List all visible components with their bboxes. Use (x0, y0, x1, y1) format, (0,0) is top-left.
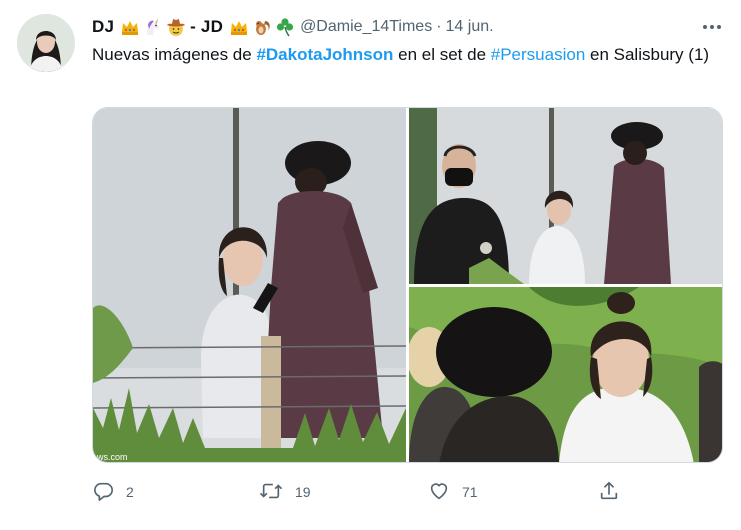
hashtag-dakotajohnson[interactable]: #DakotaJohnson (256, 45, 393, 64)
avatar[interactable] (17, 14, 75, 72)
reply-count: 2 (126, 484, 134, 500)
tweet-text: Nuevas imágenes de #DakotaJohnson en el … (92, 42, 712, 68)
display-name-start[interactable]: DJ (92, 17, 114, 37)
retweet-button[interactable]: 19 (259, 478, 311, 506)
like-count: 71 (462, 484, 478, 500)
retweet-icon (259, 480, 283, 505)
like-button[interactable]: 71 (428, 478, 478, 506)
retweet-count: 19 (295, 484, 311, 500)
crown-emoji-icon (120, 17, 140, 37)
shamrock-emoji-icon (275, 17, 295, 37)
user-handle[interactable]: @Damie_14Times (300, 18, 432, 36)
photo-2[interactable] (409, 108, 722, 284)
reply-button[interactable]: 2 (92, 478, 134, 506)
unicorn-emoji-icon (143, 17, 163, 37)
tweet[interactable]: DJ - JD @Damie_14Times · 14 jun. Nuevas … (0, 0, 741, 530)
header-separator: · (436, 18, 442, 35)
share-icon (598, 480, 620, 505)
more-icon[interactable] (697, 14, 727, 40)
hashtag-persuasion[interactable]: #Persuasion (491, 45, 586, 64)
media-grid: ws.com (92, 107, 723, 463)
display-name-mid[interactable]: - JD (190, 17, 223, 37)
share-button[interactable] (598, 478, 620, 506)
watermark-text: ws.com (96, 452, 128, 462)
crown-emoji-icon (229, 17, 249, 37)
tweet-text-part2: en el set de (393, 45, 491, 64)
chipmunk-emoji-icon (252, 17, 272, 37)
photo-1[interactable]: ws.com (93, 108, 406, 462)
reply-icon (92, 480, 114, 505)
heart-icon (428, 480, 450, 505)
cowboy-emoji-icon (166, 17, 186, 37)
tweet-timestamp[interactable]: 14 jun. (446, 18, 494, 36)
tweet-text-part1: Nuevas imágenes de (92, 45, 257, 64)
tweet-text-part3: en Salisbury (1) (585, 45, 710, 64)
photo-3[interactable] (409, 287, 722, 462)
tweet-header: DJ - JD @Damie_14Times · 14 jun. (92, 14, 494, 40)
action-bar: 2 19 71 (92, 478, 632, 506)
